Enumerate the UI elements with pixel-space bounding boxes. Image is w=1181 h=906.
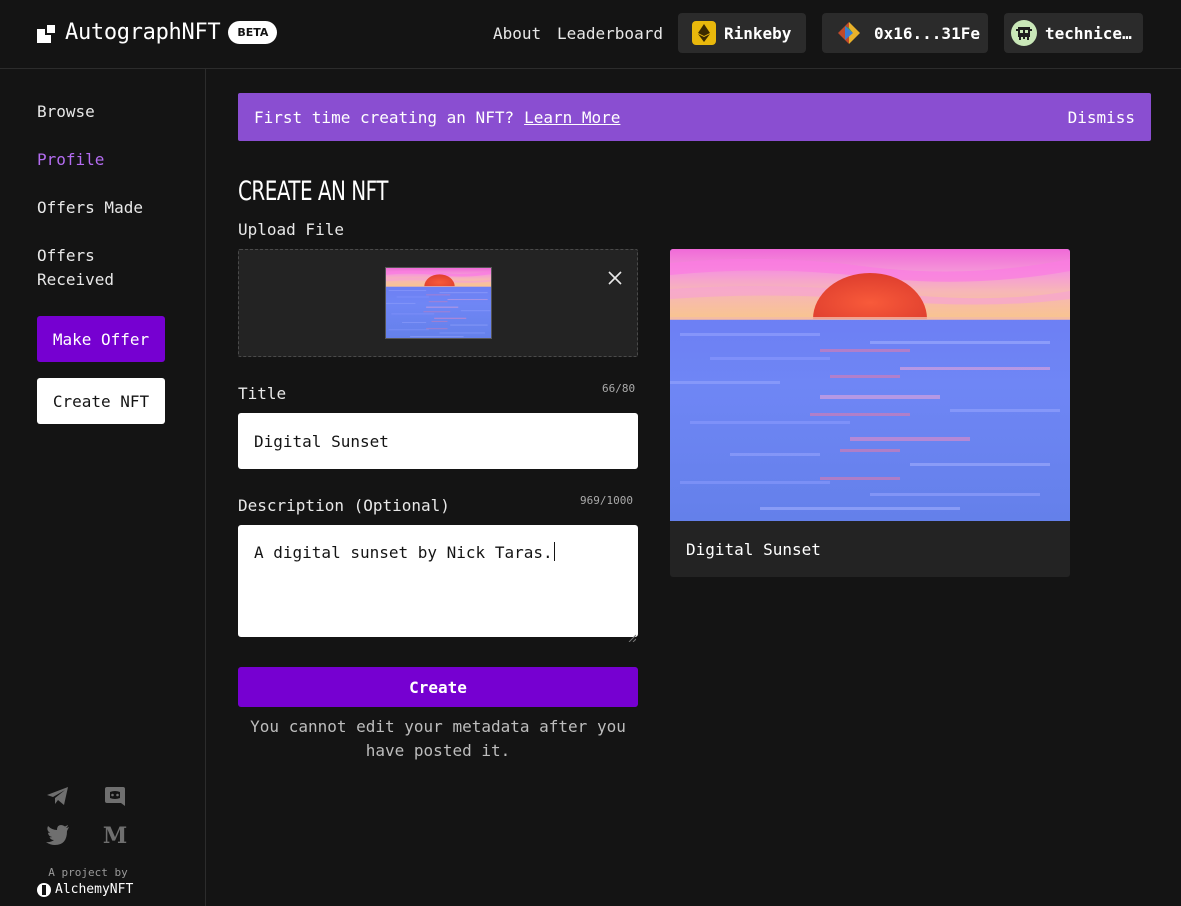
- svg-text:M: M: [103, 824, 127, 846]
- avatar: [1011, 20, 1037, 46]
- resize-handle-icon[interactable]: [628, 627, 637, 643]
- sidebar-item-offers-made[interactable]: Offers Made: [37, 196, 143, 220]
- user-menu-button[interactable]: technice…: [1004, 13, 1143, 53]
- close-icon[interactable]: [607, 270, 623, 286]
- twitter-icon[interactable]: [45, 822, 71, 848]
- ethereum-icon: [692, 21, 716, 45]
- telegram-icon[interactable]: [45, 783, 71, 809]
- dismiss-button[interactable]: Dismiss: [1068, 108, 1135, 127]
- top-header: AutographNFT BETA About Leaderboard Rink…: [0, 0, 1181, 69]
- learn-more-link[interactable]: Learn More: [524, 108, 620, 127]
- title-input[interactable]: Digital Sunset: [238, 413, 638, 469]
- nav-about-link[interactable]: About: [493, 24, 541, 43]
- network-label: Rinkeby: [724, 23, 792, 43]
- medium-icon[interactable]: M: [102, 822, 128, 848]
- preview-title: Digital Sunset: [686, 540, 821, 559]
- page-title: CREATE AN NFT: [238, 176, 388, 207]
- title-label: Title: [238, 384, 287, 403]
- sidebar-item-browse[interactable]: Browse: [37, 100, 95, 124]
- description-label: Description (Optional): [238, 496, 450, 515]
- brand-logo[interactable]: AutographNFT BETA: [37, 20, 278, 45]
- wallet-button[interactable]: 0x16...31Fe: [822, 13, 988, 53]
- description-char-counter: 969/1000: [580, 494, 633, 507]
- alchemy-logo-icon: [37, 882, 51, 897]
- brand-name: AutographNFT: [65, 20, 221, 45]
- make-offer-button[interactable]: Make Offer: [37, 316, 165, 362]
- nft-preview-card: Digital Sunset: [670, 249, 1070, 577]
- nav-leaderboard-link[interactable]: Leaderboard: [557, 24, 663, 43]
- sidebar-item-offers-received[interactable]: Offers Received: [37, 244, 114, 292]
- discord-icon[interactable]: [102, 783, 128, 809]
- text-caret: [553, 542, 555, 561]
- uploaded-image-thumbnail: [385, 267, 492, 339]
- sidebar: Browse Profile Offers Made Offers Receiv…: [0, 69, 206, 906]
- create-nft-button[interactable]: Create NFT: [37, 378, 165, 424]
- title-char-counter: 66/80: [602, 382, 636, 395]
- create-button[interactable]: Create: [238, 667, 638, 707]
- title-input-value: Digital Sunset: [254, 431, 389, 451]
- preview-image: [670, 249, 1070, 521]
- project-by-label: A project by: [48, 866, 128, 879]
- network-button[interactable]: Rinkeby: [678, 13, 806, 53]
- beta-badge: BETA: [228, 21, 278, 44]
- wallet-address: 0x16...31Fe: [874, 23, 980, 43]
- banner-text: First time creating an NFT?: [254, 107, 515, 127]
- username: technice…: [1045, 23, 1132, 43]
- description-textarea[interactable]: A digital sunset by Nick Taras.: [238, 525, 638, 643]
- upload-file-label: Upload File: [238, 220, 344, 239]
- first-time-banner: First time creating an NFT? Learn More D…: [238, 93, 1151, 141]
- description-value: A digital sunset by Nick Taras.: [254, 543, 553, 562]
- alchemy-label: AlchemyNFT: [55, 882, 134, 897]
- wallet-icon: [836, 20, 862, 46]
- sidebar-item-profile[interactable]: Profile: [37, 148, 104, 172]
- logo-icon: [37, 22, 57, 43]
- metadata-warning: You cannot edit your metadata after you …: [250, 717, 626, 760]
- alchemy-link[interactable]: AlchemyNFT: [37, 882, 133, 897]
- file-dropzone[interactable]: [238, 249, 638, 357]
